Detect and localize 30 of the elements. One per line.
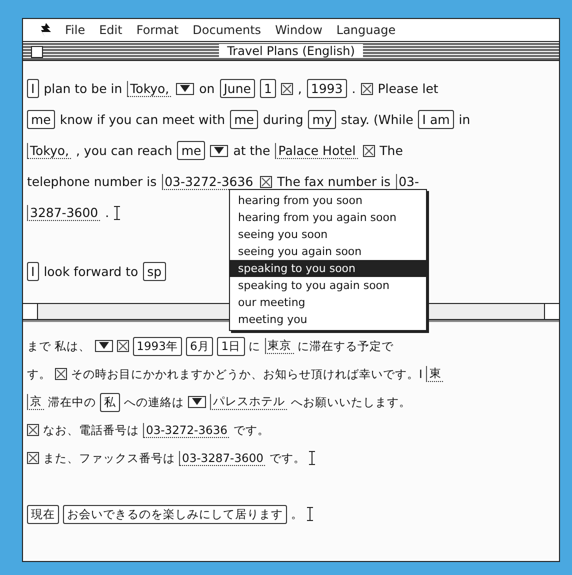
body-text: です。 <box>269 450 306 466</box>
body-text: まで 私は、 <box>27 338 91 354</box>
body-text: , you can reach <box>76 143 172 158</box>
body-text: at the <box>233 143 270 158</box>
body-text: その時お目にかかれますかどうか、お知らせ頂ければ幸いです。I <box>71 366 422 382</box>
window-title: Travel Plans (English) <box>219 44 363 58</box>
body-text: in <box>458 112 470 127</box>
body-text: 。 <box>291 506 303 522</box>
body-text: The fax number is <box>277 174 391 189</box>
body-text: です。 <box>233 422 270 438</box>
body-text: on <box>199 81 215 96</box>
body-text: に <box>248 338 261 354</box>
body-text: す。 <box>27 366 51 382</box>
body-text: . <box>105 205 110 220</box>
body-text: 滞在中の <box>48 394 96 410</box>
body-text: look forward to <box>44 264 138 279</box>
body-text: , <box>298 81 302 96</box>
body-text: . <box>352 81 356 96</box>
body-text: during <box>262 112 304 127</box>
body-text: に滞在する予定で <box>298 338 394 354</box>
body-text: へお願いいたします。 <box>291 394 411 410</box>
body-text: Please let <box>378 81 438 96</box>
body-text: なお、電話番号は <box>43 422 139 438</box>
body-text: また、ファックス番号は <box>43 450 175 466</box>
body-text: know if you can meet with <box>60 112 226 127</box>
body-text: plan to be in <box>44 81 122 96</box>
body-text: への連絡は <box>124 394 184 410</box>
body-text: stay. (While <box>340 112 414 127</box>
body-text: telephone number is <box>27 174 157 189</box>
body-text: The <box>380 143 403 158</box>
